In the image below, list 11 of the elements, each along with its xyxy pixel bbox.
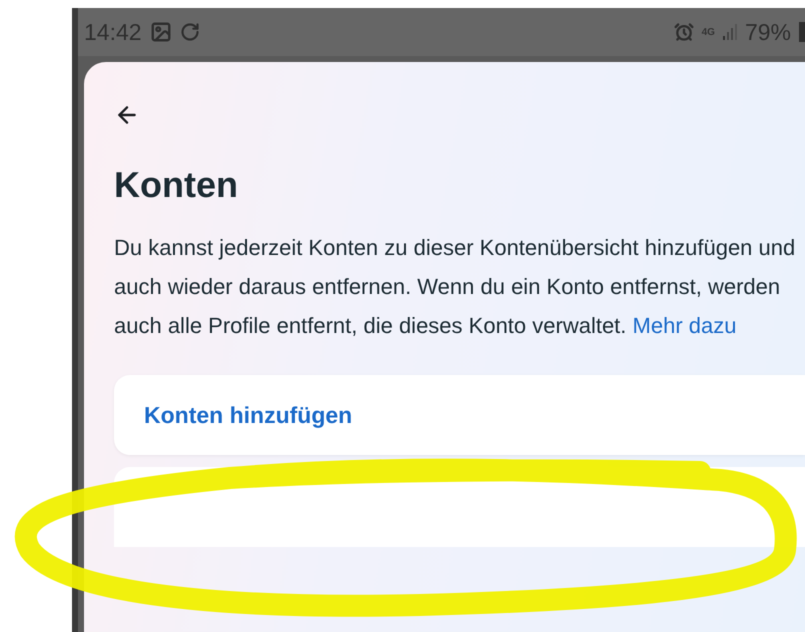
add-accounts-button[interactable]: Konten hinzufügen [114,375,805,455]
description-text: Du kannst jederzeit Konten zu dieser Kontenübersicht hinzufügen und auch wieder daraus entfernen. Wenn du ein Konto entfernst, werden auch alle Profile entfernt, die dieses Konto verwaltet. Mehr dazu [114,234,796,340]
sync-icon [180,22,200,42]
signal-icon [722,24,737,40]
battery-icon [799,22,805,42]
learn-more-link[interactable]: Mehr dazu [632,313,736,338]
battery-percent: 79% [744,18,791,46]
alarm-icon [674,22,694,42]
clock-time: 14:42 [84,18,142,46]
image-icon [150,21,172,43]
page-title: Konten [114,164,239,206]
